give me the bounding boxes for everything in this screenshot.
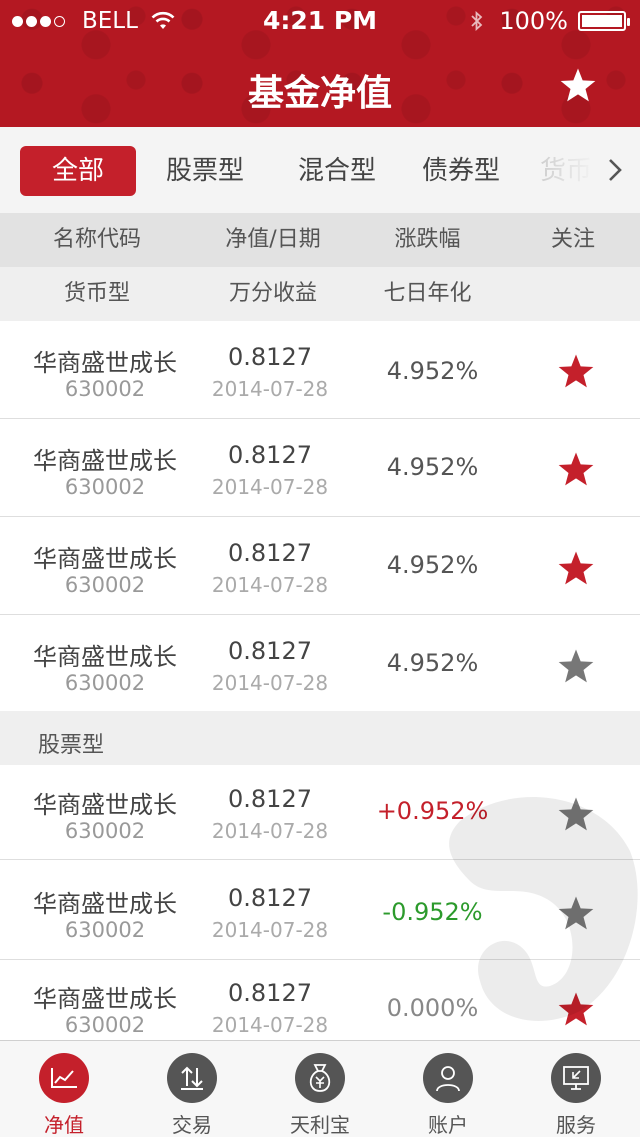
col-nav: 净值/日期 — [225, 227, 321, 252]
fund-code: 630002 — [64, 671, 146, 695]
income-label: 万分收益 — [228, 281, 317, 306]
bottom-tab-bar: 净值 交易 天利宝 账户 服务 — [0, 1040, 640, 1137]
app-header: BELL 4:21 PM 100% 基金净值 — [0, 0, 640, 127]
tabbar-label: 账户 — [428, 1113, 468, 1137]
fund-date: 2014-07-28 — [211, 671, 329, 695]
fund-nav: 0.8127 — [228, 884, 312, 912]
fund-date: 2014-07-28 — [211, 377, 329, 401]
fund-name: 华商盛世成长 — [33, 545, 177, 573]
fund-nav: 0.8127 — [228, 637, 312, 665]
fund-rate: 4.952% — [386, 453, 479, 481]
money-bag-icon — [295, 1053, 345, 1103]
fund-date: 2014-07-28 — [211, 819, 329, 843]
follow-star-icon[interactable] — [556, 894, 596, 934]
annual-label: 七日年化 — [383, 281, 472, 306]
tabbar-label: 服务 — [556, 1113, 596, 1137]
fund-date: 2014-07-28 — [211, 918, 329, 942]
fund-row[interactable]: 华商盛世成长 630002 0.8127 2014-07-28 4.952% — [0, 615, 640, 711]
fund-nav: 0.8127 — [228, 979, 312, 1007]
service-icon — [551, 1053, 601, 1103]
tab-hybrid[interactable]: 混合型 — [282, 146, 392, 196]
fund-nav: 0.8127 — [228, 785, 312, 813]
follow-star-icon[interactable] — [556, 990, 596, 1030]
fund-rate: 4.952% — [386, 551, 479, 579]
battery-icon — [578, 11, 630, 31]
fund-code: 630002 — [64, 475, 146, 499]
fund-row[interactable]: 华商盛世成长 630002 0.8127 2014-07-28 4.952% — [0, 321, 640, 419]
follow-star-icon[interactable] — [556, 450, 596, 490]
follow-star-icon[interactable] — [556, 647, 596, 687]
tab-stock[interactable]: 股票型 — [150, 146, 260, 196]
column-header: 名称代码 净值/日期 涨跌幅 关注 — [0, 213, 640, 267]
status-bar: BELL 4:21 PM 100% — [0, 0, 640, 40]
fund-name: 华商盛世成长 — [33, 791, 177, 819]
tab-all[interactable]: 全部 — [20, 146, 136, 196]
tabbar-label: 天利宝 — [290, 1113, 350, 1137]
tabbar-label: 交易 — [172, 1113, 212, 1137]
fund-nav: 0.8127 — [228, 539, 312, 567]
battery-percent: 100% — [499, 7, 568, 35]
fund-rate: 4.952% — [386, 357, 479, 385]
tabbar-item-trade[interactable]: 交易 — [128, 1041, 256, 1137]
fund-code: 630002 — [64, 377, 146, 401]
col-name: 名称代码 — [52, 227, 141, 252]
money-fund-subheader: 货币型 万分收益 七日年化 — [0, 267, 640, 321]
fund-row[interactable]: 华商盛世成长 630002 0.8127 2014-07-28 4.952% — [0, 517, 640, 615]
fund-code: 630002 — [64, 819, 146, 843]
fund-name: 华商盛世成长 — [33, 349, 177, 377]
fund-row[interactable]: 华商盛世成长 630002 0.8127 2014-07-28 +0.952% — [0, 765, 640, 860]
follow-star-icon[interactable] — [556, 549, 596, 589]
fund-rate: +0.952% — [376, 797, 489, 825]
favorite-star-icon[interactable] — [558, 66, 598, 106]
fund-date: 2014-07-28 — [211, 573, 329, 597]
fund-row[interactable]: 华商盛世成长 630002 0.8127 2014-07-28 4.952% — [0, 419, 640, 517]
fund-rate: -0.952% — [382, 898, 483, 926]
stock-section-header: 股票型 — [0, 711, 640, 765]
fund-code: 630002 — [64, 918, 146, 942]
fund-date: 2014-07-28 — [211, 475, 329, 499]
fund-code: 630002 — [64, 573, 146, 597]
fund-name: 华商盛世成长 — [33, 447, 177, 475]
tabbar-item-nav[interactable]: 净值 — [0, 1041, 128, 1137]
fund-date: 2014-07-28 — [211, 1013, 329, 1037]
page-title: 基金净值 — [247, 73, 392, 114]
category-tabs: 全部 股票型 混合型 债券型 货币 — [0, 127, 640, 213]
user-icon — [423, 1053, 473, 1103]
tabbar-item-tianlibao[interactable]: 天利宝 — [256, 1041, 384, 1137]
follow-star-icon[interactable] — [556, 352, 596, 392]
fund-nav: 0.8127 — [228, 343, 312, 371]
transfer-icon — [167, 1053, 217, 1103]
fund-nav: 0.8127 — [228, 441, 312, 469]
fund-name: 华商盛世成长 — [33, 890, 177, 918]
chart-icon — [39, 1053, 89, 1103]
bluetooth-icon — [471, 10, 483, 32]
money-type-label: 货币型 — [63, 281, 130, 306]
fund-row[interactable]: 华商盛世成长 630002 0.8127 2014-07-28 -0.952% — [0, 860, 640, 960]
tab-bond[interactable]: 债券型 — [406, 146, 516, 196]
fund-rate: 4.952% — [386, 649, 479, 677]
fund-name: 华商盛世成长 — [33, 985, 177, 1013]
fund-rate: 0.000% — [386, 994, 479, 1022]
fund-code: 630002 — [64, 1013, 146, 1037]
chevron-right-icon[interactable] — [600, 153, 630, 187]
follow-star-icon[interactable] — [556, 795, 596, 835]
col-change: 涨跌幅 — [394, 227, 461, 252]
tabbar-label: 净值 — [44, 1113, 84, 1137]
section-title: 股票型 — [38, 733, 105, 758]
col-follow: 关注 — [550, 227, 595, 252]
tabbar-item-account[interactable]: 账户 — [384, 1041, 512, 1137]
tabbar-item-service[interactable]: 服务 — [512, 1041, 640, 1137]
fund-name: 华商盛世成长 — [33, 643, 177, 671]
